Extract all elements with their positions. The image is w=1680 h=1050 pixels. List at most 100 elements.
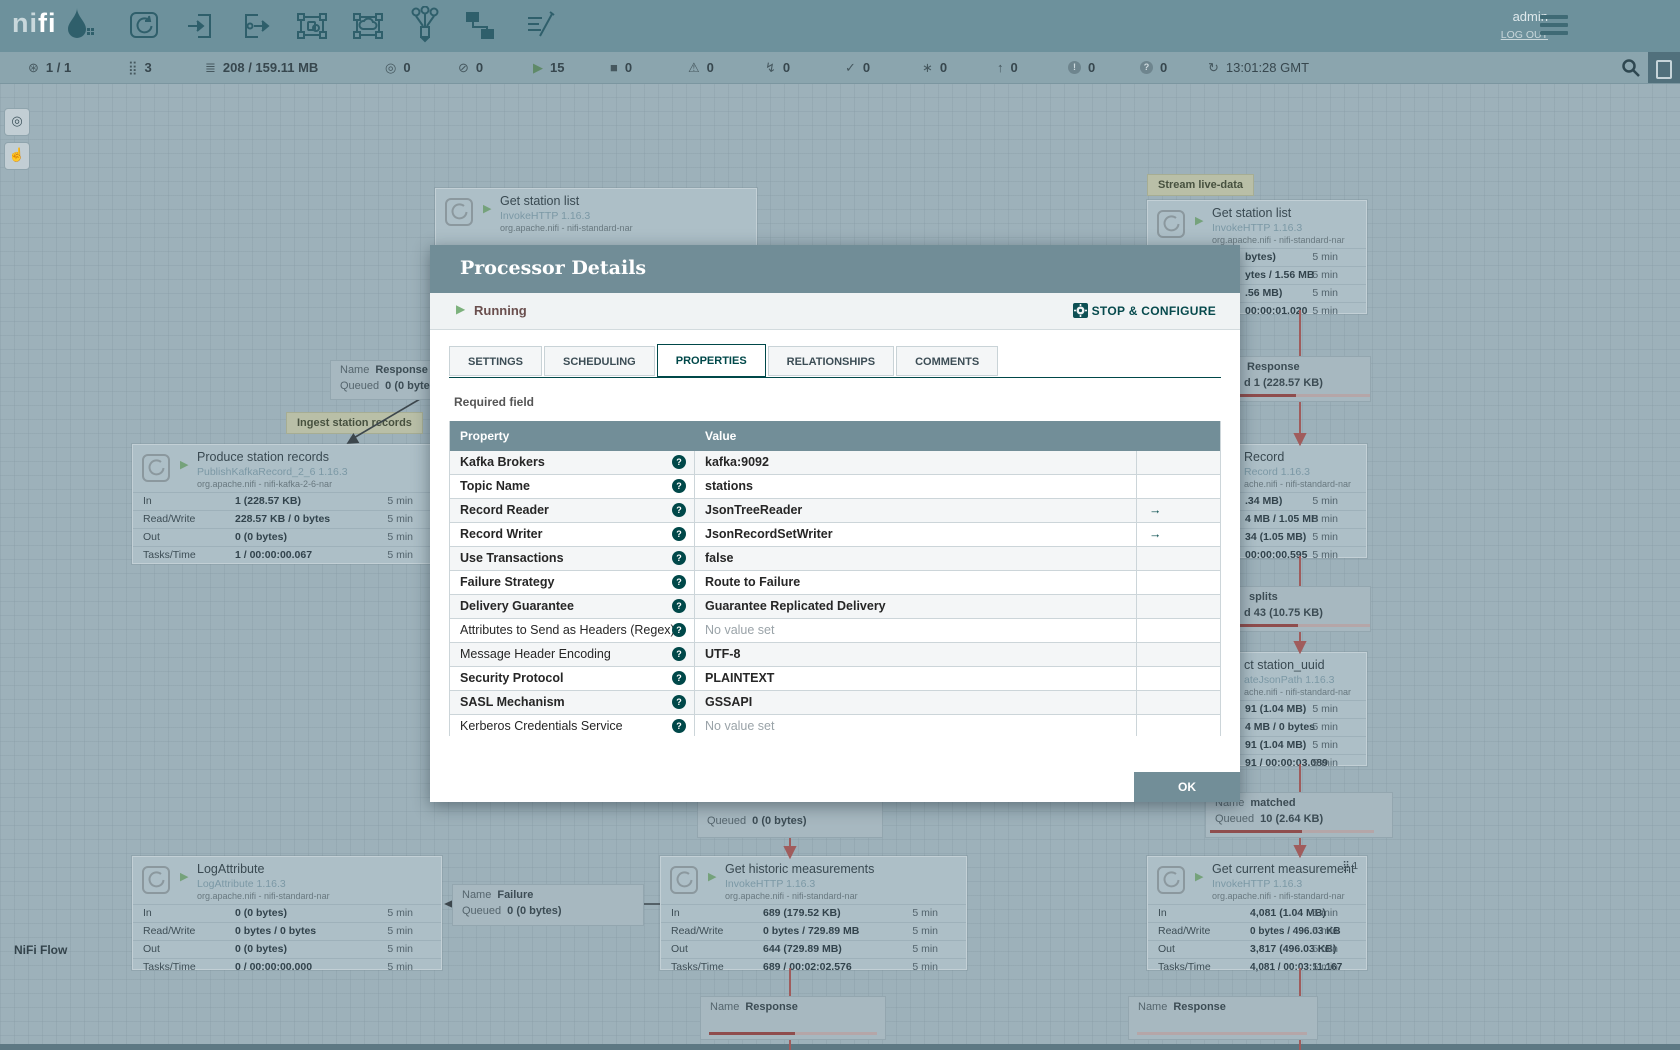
queue-bar: [709, 1032, 795, 1035]
refresh-icon[interactable]: ↻: [1208, 60, 1219, 75]
goto-service-icon[interactable]: →: [1149, 523, 1162, 546]
processor-title-fragment: ct station_uuid: [1244, 658, 1325, 672]
processor-icon: [142, 866, 170, 894]
tab-settings[interactable]: SETTINGS: [449, 346, 543, 376]
connection-label-below-current[interactable]: Name Response: [1128, 996, 1318, 1040]
input-port-icon[interactable]: [184, 10, 216, 42]
processor-icon: [445, 198, 473, 226]
stat-row-in: In 0 (0 bytes) 5 min: [133, 904, 441, 922]
ok-button[interactable]: OK: [1134, 772, 1240, 802]
processor-logattribute[interactable]: ▶ LogAttribute LogAttribute 1.16.3 org.a…: [132, 856, 442, 973]
help-icon[interactable]: ?: [672, 527, 686, 541]
processor-details-dialog: Processor Details ▶ Running STOP & CONFI…: [430, 245, 1240, 802]
help-icon[interactable]: ?: [672, 647, 686, 661]
tab-relationships[interactable]: RELATIONSHIPS: [767, 346, 895, 376]
table-row: Failure Strategy? Route to Failure: [450, 571, 1220, 595]
birdseye-button[interactable]: ◎: [4, 108, 30, 136]
running-icon: ▶: [456, 302, 466, 316]
breadcrumb[interactable]: NiFi Flow: [14, 943, 67, 957]
funnel-icon[interactable]: [408, 5, 440, 43]
processor-bundle: org.apache.nifi - nifi-standard-nar: [1212, 235, 1345, 245]
canvas-label-ingest-station-records[interactable]: Ingest station records: [286, 412, 423, 434]
connection-label-failure[interactable]: Name Failure Queued 0 (0 bytes): [452, 884, 644, 926]
stat-row-in: In 689 (179.52 KB) 5 min: [661, 904, 966, 922]
help-icon[interactable]: ?: [672, 503, 686, 517]
processor-icon: [1157, 866, 1185, 894]
process-group-icon[interactable]: [296, 10, 328, 42]
table-row: Record Reader? JsonTreeReader →: [450, 499, 1220, 523]
stat-row-out: Out 644 (729.89 MB) 5 min: [661, 940, 966, 958]
hand-tool-button[interactable]: ☝: [4, 142, 30, 170]
tab-comments[interactable]: COMMENTS: [896, 346, 999, 376]
table-row: Topic Name? stations: [450, 475, 1220, 499]
table-row: Attributes to Send as Headers (Regex)? N…: [450, 619, 1220, 643]
status-refresh[interactable]: ↻ 13:01:28 GMT: [1208, 52, 1309, 83]
processor-type: InvokeHTTP 1.16.3: [500, 210, 591, 222]
stat-row-in: In 1 (228.57 KB) 5 min: [133, 492, 441, 510]
flow-document-button[interactable]: [1648, 52, 1680, 83]
stop-and-configure-button[interactable]: STOP & CONFIGURE: [1072, 303, 1216, 318]
stale-icon: ↑: [997, 60, 1004, 75]
status-stale: ↑ 0: [997, 60, 1018, 75]
processor-icon: [142, 454, 170, 482]
help-icon[interactable]: ?: [672, 719, 686, 733]
template-icon[interactable]: [464, 10, 496, 42]
processor-produce-station-records[interactable]: ▶ Produce station records PublishKafkaRe…: [132, 444, 442, 564]
processor-title: Produce station records: [197, 450, 330, 464]
processor-component-icon[interactable]: [128, 10, 160, 42]
processor-get-historic-measurements[interactable]: ▶ Get historic measurements InvokeHTTP 1…: [660, 856, 967, 973]
stat-row-readwrite: Read/Write 0 bytes / 729.89 MB 5 min: [661, 922, 966, 940]
help-icon[interactable]: ?: [672, 671, 686, 685]
global-menu-icon[interactable]: [1540, 15, 1568, 37]
disabled-icon: ↯: [765, 60, 776, 75]
help-icon[interactable]: ?: [672, 455, 686, 469]
table-header: Property Value: [450, 421, 1220, 451]
processor-bundle: org.apache.nifi - nifi-kafka-2-6-nar: [197, 479, 333, 489]
status-running: ▶ 15: [533, 60, 565, 75]
help-icon[interactable]: ?: [672, 479, 686, 493]
logout-link[interactable]: LOG OUT: [1438, 29, 1548, 41]
queue-bar: [1298, 624, 1370, 627]
stat-row-out: Out 0 (0 bytes) 5 min: [133, 528, 441, 546]
table-row: SASL Mechanism? GSSAPI: [450, 691, 1220, 715]
processor-bundle: org.apache.nifi - nifi-standard-nar: [500, 223, 633, 233]
processor-title: Get current measurement: [1212, 862, 1355, 876]
help-icon[interactable]: ?: [672, 575, 686, 589]
help-icon[interactable]: ?: [672, 623, 686, 637]
remote-process-group-icon[interactable]: [352, 10, 384, 42]
connection-label-below-historic[interactable]: Name Response: [700, 996, 886, 1040]
processor-get-current-measurement[interactable]: ▶ Get current measurement InvokeHTTP 1.1…: [1147, 856, 1367, 973]
processor-type-fragment: Record 1.16.3: [1244, 466, 1310, 478]
threads-grid-icon: ⣿: [128, 60, 138, 75]
table-row: Kafka Brokers? kafka:9092: [450, 451, 1220, 475]
table-row: Delivery Guarantee? Guarantee Replicated…: [450, 595, 1220, 619]
search-icon: [1622, 59, 1640, 77]
output-port-icon[interactable]: [240, 10, 272, 42]
processor-bundle: org.apache.nifi - nifi-standard-nar: [197, 891, 330, 901]
status-not-transmitting: ⊘ 0: [458, 60, 484, 75]
search-button[interactable]: [1616, 52, 1646, 83]
tab-scheduling[interactable]: SCHEDULING: [544, 346, 655, 376]
help-icon[interactable]: ?: [672, 695, 686, 709]
gear-icon: [1072, 303, 1088, 318]
required-field-label: Required field: [454, 395, 535, 409]
properties-table: Property Value Kafka Brokers? kafka:9092…: [449, 421, 1221, 736]
help-icon[interactable]: ?: [672, 599, 686, 613]
locally-modified-icon: ∗: [922, 60, 933, 75]
table-row: Kerberos Credentials Service? No value s…: [450, 715, 1220, 736]
label-icon[interactable]: [524, 10, 556, 42]
invalid-icon: ⚠: [688, 60, 700, 75]
run-status-icon: ▶: [708, 871, 717, 883]
stat-row-readwrite: Read/Write 0 bytes / 0 bytes 5 min: [133, 922, 441, 940]
status-stopped: ■ 0: [610, 60, 633, 75]
node-count-badge: ⣿ 1: [1342, 861, 1358, 872]
processor-title-fragment: Record: [1244, 450, 1285, 464]
stat-row-out: Out 0 (0 bytes) 5 min: [133, 940, 441, 958]
tab-properties[interactable]: PROPERTIES: [656, 344, 766, 377]
processor-title: Get historic measurements: [725, 862, 875, 876]
canvas-label-stream-live-data[interactable]: Stream live-data: [1147, 174, 1254, 196]
queue-bar: [1302, 830, 1374, 833]
help-icon[interactable]: ?: [672, 551, 686, 565]
goto-service-icon[interactable]: →: [1149, 499, 1162, 522]
status-locally-modified-stale: ! 0: [1068, 52, 1095, 83]
